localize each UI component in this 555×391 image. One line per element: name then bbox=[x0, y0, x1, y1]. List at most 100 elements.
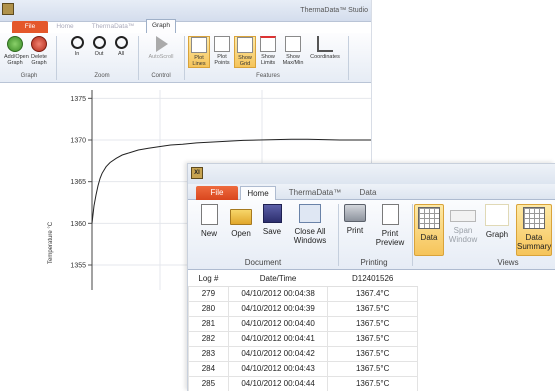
tab-home[interactable]: Home bbox=[50, 21, 80, 33]
new-document-icon bbox=[200, 204, 218, 225]
plot-points-button[interactable]: Plot Points bbox=[211, 36, 233, 66]
data-summary-icon bbox=[523, 207, 545, 229]
datetime-cell: 04/10/2012 00:04:38 bbox=[227, 285, 329, 302]
y-tick-labels: 1375 1370 1365 1360 1355 bbox=[70, 96, 86, 270]
table-body: 279 04/10/2012 00:04:38 1367.4°C 280 04/10/2… bbox=[188, 285, 418, 391]
app-icon: XI bbox=[191, 167, 203, 179]
ribbon-tabs: File Home ThermaData™ Logger Data bbox=[188, 184, 555, 211]
plot-points-icon bbox=[214, 36, 230, 52]
log-number-cell: 283 bbox=[188, 345, 229, 362]
zoom-in-button[interactable]: In bbox=[66, 36, 88, 57]
print-button[interactable]: Print bbox=[340, 204, 370, 235]
graph-ribbon: Add/Open Graph Delete Graph Graph In Out… bbox=[0, 33, 371, 83]
datetime-cell: 04/10/2012 00:04:41 bbox=[227, 330, 329, 347]
autoscroll-button[interactable]: AutoScroll bbox=[146, 36, 176, 60]
coordinates-label: Coordinates bbox=[310, 54, 340, 60]
table-row[interactable]: 285 04/10/2012 00:04:44 1367.5°C bbox=[188, 375, 418, 391]
close-all-windows-button[interactable]: Close All Windows bbox=[288, 204, 332, 245]
log-number-cell: 279 bbox=[188, 285, 229, 302]
graph-view-button[interactable]: Graph bbox=[482, 204, 512, 239]
table-row[interactable]: 281 04/10/2012 00:04:40 1367.5°C bbox=[188, 315, 418, 332]
table-row[interactable]: 283 04/10/2012 00:04:42 1367.5°C bbox=[188, 345, 418, 362]
y-tick-label: 1365 bbox=[70, 179, 86, 186]
print-label: Print bbox=[346, 226, 364, 235]
print-preview-button[interactable]: Print Preview bbox=[372, 204, 408, 247]
data-view-button[interactable]: Data bbox=[414, 204, 444, 256]
table-row[interactable]: 284 04/10/2012 00:04:43 1367.5°C bbox=[188, 360, 418, 377]
zoom-group-label: Zoom bbox=[94, 73, 110, 79]
tab-logger[interactable]: ThermaData™ Logger bbox=[280, 186, 350, 211]
show-max-min-icon bbox=[285, 36, 301, 52]
ribbon-divider bbox=[412, 204, 413, 266]
zoom-out-button[interactable]: Out bbox=[88, 36, 110, 57]
temperature-cell: 1367.5°C bbox=[327, 300, 418, 317]
zoom-all-button[interactable]: All bbox=[110, 36, 132, 57]
zoom-in-label: In bbox=[74, 51, 80, 57]
data-summary-label: Data Summary bbox=[517, 233, 552, 251]
span-window-icon bbox=[450, 210, 476, 222]
datetime-cell: 04/10/2012 00:04:42 bbox=[227, 345, 329, 362]
save-button[interactable]: Save bbox=[258, 204, 286, 236]
open-label: Open bbox=[231, 229, 251, 238]
show-limits-label: Show Limits bbox=[260, 54, 276, 66]
tab-data[interactable]: Data bbox=[352, 186, 384, 200]
title-bar: ThermaData™ Studio bbox=[0, 0, 371, 22]
control-group-label: Control bbox=[151, 73, 171, 79]
show-limits-button[interactable]: Show Limits bbox=[257, 36, 279, 66]
plot-points-label: Plot Points bbox=[214, 54, 230, 66]
y-axis-label: Temperature °C bbox=[48, 221, 54, 264]
open-button[interactable]: Open bbox=[226, 204, 256, 238]
show-max-min-label: Show Max/Min bbox=[282, 54, 304, 66]
plot-lines-button[interactable]: Plot Lines bbox=[188, 36, 210, 68]
column-header-logger-id[interactable]: D12401526 bbox=[327, 272, 418, 287]
data-view-label: Data bbox=[420, 233, 438, 242]
add-open-graph-label: Add/Open Graph bbox=[4, 54, 29, 66]
y-tick-label: 1370 bbox=[70, 138, 86, 145]
show-grid-label: Show Grid bbox=[238, 55, 252, 67]
plot-lines-label: Plot Lines bbox=[192, 55, 206, 67]
show-grid-icon bbox=[237, 37, 253, 53]
tab-logger[interactable]: ThermaData™ Logger bbox=[84, 21, 142, 42]
log-number-cell: 282 bbox=[188, 330, 229, 347]
tab-file[interactable]: File bbox=[196, 186, 238, 200]
table-row[interactable]: 280 04/10/2012 00:04:39 1367.5°C bbox=[188, 300, 418, 317]
temperature-cell: 1367.5°C bbox=[327, 360, 418, 377]
app-icon bbox=[2, 3, 14, 15]
print-preview-label: Print Preview bbox=[375, 229, 405, 247]
data-summary-button[interactable]: Data Summary bbox=[516, 204, 552, 256]
coordinates-button[interactable]: Coordinates bbox=[308, 36, 342, 60]
views-group-label: Views bbox=[497, 258, 519, 267]
add-open-graph-button[interactable]: Add/Open Graph bbox=[4, 36, 29, 66]
tab-home[interactable]: Home bbox=[240, 186, 276, 201]
delete-graph-button[interactable]: Delete Graph bbox=[28, 36, 50, 66]
temperature-cell: 1367.5°C bbox=[327, 330, 418, 347]
zoom-out-label: Out bbox=[94, 51, 104, 57]
table-header-row: Log # Date/Time D12401526 bbox=[188, 272, 418, 287]
print-preview-icon bbox=[381, 204, 399, 225]
data-grid-icon bbox=[418, 207, 440, 229]
column-header-log[interactable]: Log # bbox=[188, 272, 229, 287]
y-tick-label: 1360 bbox=[70, 221, 86, 228]
new-button[interactable]: New bbox=[194, 204, 224, 238]
graph-view-label: Graph bbox=[485, 230, 509, 239]
show-max-min-button[interactable]: Show Max/Min bbox=[280, 36, 306, 66]
column-header-datetime[interactable]: Date/Time bbox=[228, 272, 328, 287]
tab-file[interactable]: File bbox=[12, 21, 48, 33]
document-group-label: Document bbox=[244, 258, 282, 267]
show-grid-button[interactable]: Show Grid bbox=[234, 36, 256, 68]
ribbon-divider bbox=[348, 36, 349, 80]
temperature-cell: 1367.4°C bbox=[327, 285, 418, 302]
graph-group-label: Graph bbox=[20, 73, 38, 79]
tab-graph[interactable]: Graph bbox=[146, 19, 176, 33]
folder-icon bbox=[230, 209, 252, 225]
table-row[interactable]: 279 04/10/2012 00:04:38 1367.4°C bbox=[188, 285, 418, 302]
printer-icon bbox=[344, 204, 366, 222]
temperature-cell: 1367.5°C bbox=[327, 315, 418, 332]
add-graph-icon bbox=[7, 36, 23, 52]
title-bar: XI bbox=[188, 164, 555, 184]
datetime-cell: 04/10/2012 00:04:44 bbox=[227, 375, 329, 391]
close-all-label: Close All Windows bbox=[293, 227, 327, 245]
table-row[interactable]: 282 04/10/2012 00:04:41 1367.5°C bbox=[188, 330, 418, 347]
log-number-cell: 281 bbox=[188, 315, 229, 332]
span-window-button[interactable]: Span Window bbox=[446, 204, 480, 244]
